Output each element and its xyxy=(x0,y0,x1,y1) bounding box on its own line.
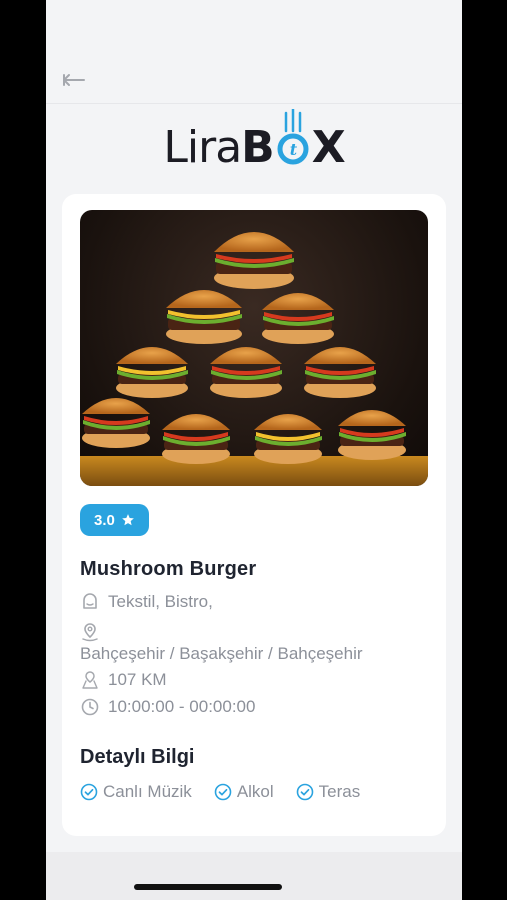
bottom-area xyxy=(46,852,462,900)
rating-value: 3.0 xyxy=(94,511,115,529)
feature-label: Teras xyxy=(318,782,361,801)
clock-icon xyxy=(81,698,99,716)
distance-row: 107 KM xyxy=(80,670,167,690)
venue-card: 3.0 Mushroom Burger Tekstil, Bistro, Bah… xyxy=(62,194,446,836)
home-indicator[interactable] xyxy=(134,884,282,890)
logo-text-b: B xyxy=(241,122,275,173)
check-circle-icon xyxy=(296,783,313,801)
location-row xyxy=(80,622,100,642)
svg-text:t: t xyxy=(290,140,298,159)
star-icon xyxy=(122,514,134,526)
check-circle-icon xyxy=(80,783,98,801)
back-arrow-icon xyxy=(63,74,85,86)
hours-text: 10:00:00 - 00:00:00 xyxy=(108,697,256,716)
logo-text-lira: Lira xyxy=(163,122,242,173)
distance-icon xyxy=(82,671,98,689)
categories-row: Tekstil, Bistro, xyxy=(80,592,213,612)
app-screen: Lira B t X 3.0 Mushroom Burger Tekstil, … xyxy=(46,0,462,900)
details-title: Detaylı Bilgi xyxy=(80,746,195,768)
venue-photo xyxy=(80,210,428,486)
feature-label: Alkol xyxy=(236,782,274,801)
feature-item: Alkol xyxy=(214,782,274,802)
feature-item: Teras xyxy=(296,782,361,802)
back-button[interactable] xyxy=(60,70,88,90)
top-bar xyxy=(46,0,462,104)
features-list: Canlı Müzik Alkol Teras xyxy=(80,782,360,802)
categories-text: Tekstil, Bistro, xyxy=(108,592,213,611)
hours-row: 10:00:00 - 00:00:00 xyxy=(80,697,255,717)
feature-item: Canlı Müzik xyxy=(80,782,192,802)
logo-text-x: X xyxy=(311,122,346,173)
distance-text: 107 KM xyxy=(108,670,167,689)
address-text: Bahçeşehir / Başakşehir / Bahçeşehir xyxy=(80,644,363,663)
feature-label: Canlı Müzik xyxy=(103,782,192,801)
brand-logo: Lira B t X xyxy=(46,109,462,186)
check-circle-icon xyxy=(214,783,232,801)
logo-o-icon: t xyxy=(275,109,311,171)
rating-badge: 3.0 xyxy=(80,504,149,536)
location-pin-icon xyxy=(82,623,98,642)
venue-name: Mushroom Burger xyxy=(80,558,257,580)
category-icon xyxy=(83,593,97,609)
